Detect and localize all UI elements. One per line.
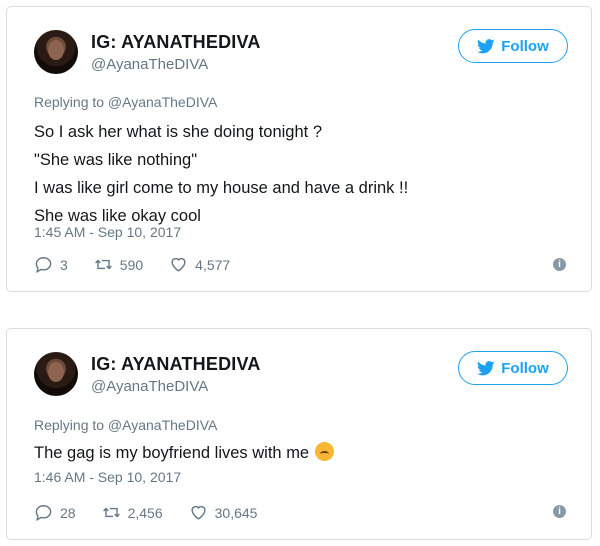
follow-label: Follow — [501, 359, 549, 377]
twitter-bird-icon — [477, 360, 495, 375]
heart-icon — [171, 257, 186, 272]
tweet-text-line: So I ask her what is she doing tonight ? — [34, 123, 323, 141]
upside-down-face-emoji-icon — [315, 442, 335, 461]
like-action[interactable]: 4,577 — [169, 255, 230, 274]
tweet-text-line: "She was like nothing" — [34, 151, 198, 169]
tweet-card: IG: AYANATHEDIVA @AyanaTheDIVA Follow Re… — [6, 328, 592, 540]
tweet-text: So I ask her what is she doing tonight ?… — [34, 118, 408, 230]
info-icon[interactable]: i — [553, 505, 566, 518]
timestamp[interactable]: 1:45 AM - Sep 10, 2017 — [34, 224, 181, 240]
reply-count: 28 — [60, 504, 76, 521]
retweet-count: 590 — [119, 256, 144, 273]
tweet-text-line-wrap: The gag is my boyfriend lives with me — [34, 439, 335, 467]
tweet-text: The gag is my boyfriend lives with me — [34, 439, 335, 467]
tweet-text-line: The gag is my boyfriend lives with me — [34, 444, 310, 462]
retweet-action[interactable]: 2,456 — [102, 503, 163, 522]
tweet-text-line: I was like girl come to my house and hav… — [34, 179, 409, 197]
display-name[interactable]: IG: AYANATHEDIVA — [91, 32, 261, 53]
twitter-bird-icon — [477, 38, 495, 53]
display-name[interactable]: IG: AYANATHEDIVA — [91, 354, 261, 375]
reply-action[interactable]: 3 — [34, 255, 68, 274]
user-handle[interactable]: @AyanaTheDIVA — [91, 56, 208, 73]
replying-to[interactable]: Replying to @AyanaTheDIVA — [34, 417, 217, 433]
user-handle[interactable]: @AyanaTheDIVA — [91, 378, 208, 395]
tweet-card: IG: AYANATHEDIVA @AyanaTheDIVA Follow Re… — [6, 6, 592, 292]
follow-button[interactable]: Follow — [458, 351, 568, 385]
info-icon[interactable]: i — [553, 258, 566, 271]
retweet-icon — [94, 259, 112, 270]
action-bar: 3 590 4,577 — [34, 255, 256, 274]
retweet-action[interactable]: 590 — [94, 255, 143, 274]
avatar[interactable] — [34, 352, 78, 396]
reply-count: 3 — [60, 256, 68, 273]
avatar[interactable] — [34, 30, 78, 74]
reply-icon — [35, 257, 52, 273]
like-count: 30,645 — [214, 504, 258, 521]
retweet-icon — [102, 507, 120, 518]
replying-to[interactable]: Replying to @AyanaTheDIVA — [34, 94, 217, 110]
like-action[interactable]: 30,645 — [189, 503, 258, 522]
reply-action[interactable]: 28 — [34, 503, 76, 522]
like-count: 4,577 — [195, 256, 231, 273]
follow-button[interactable]: Follow — [458, 29, 568, 63]
retweet-count: 2,456 — [127, 504, 163, 521]
reply-icon — [35, 505, 52, 521]
timestamp[interactable]: 1:46 AM - Sep 10, 2017 — [34, 469, 181, 485]
follow-label: Follow — [501, 37, 549, 55]
action-bar: 28 2,456 30,645 — [34, 503, 283, 522]
heart-icon — [191, 505, 206, 520]
